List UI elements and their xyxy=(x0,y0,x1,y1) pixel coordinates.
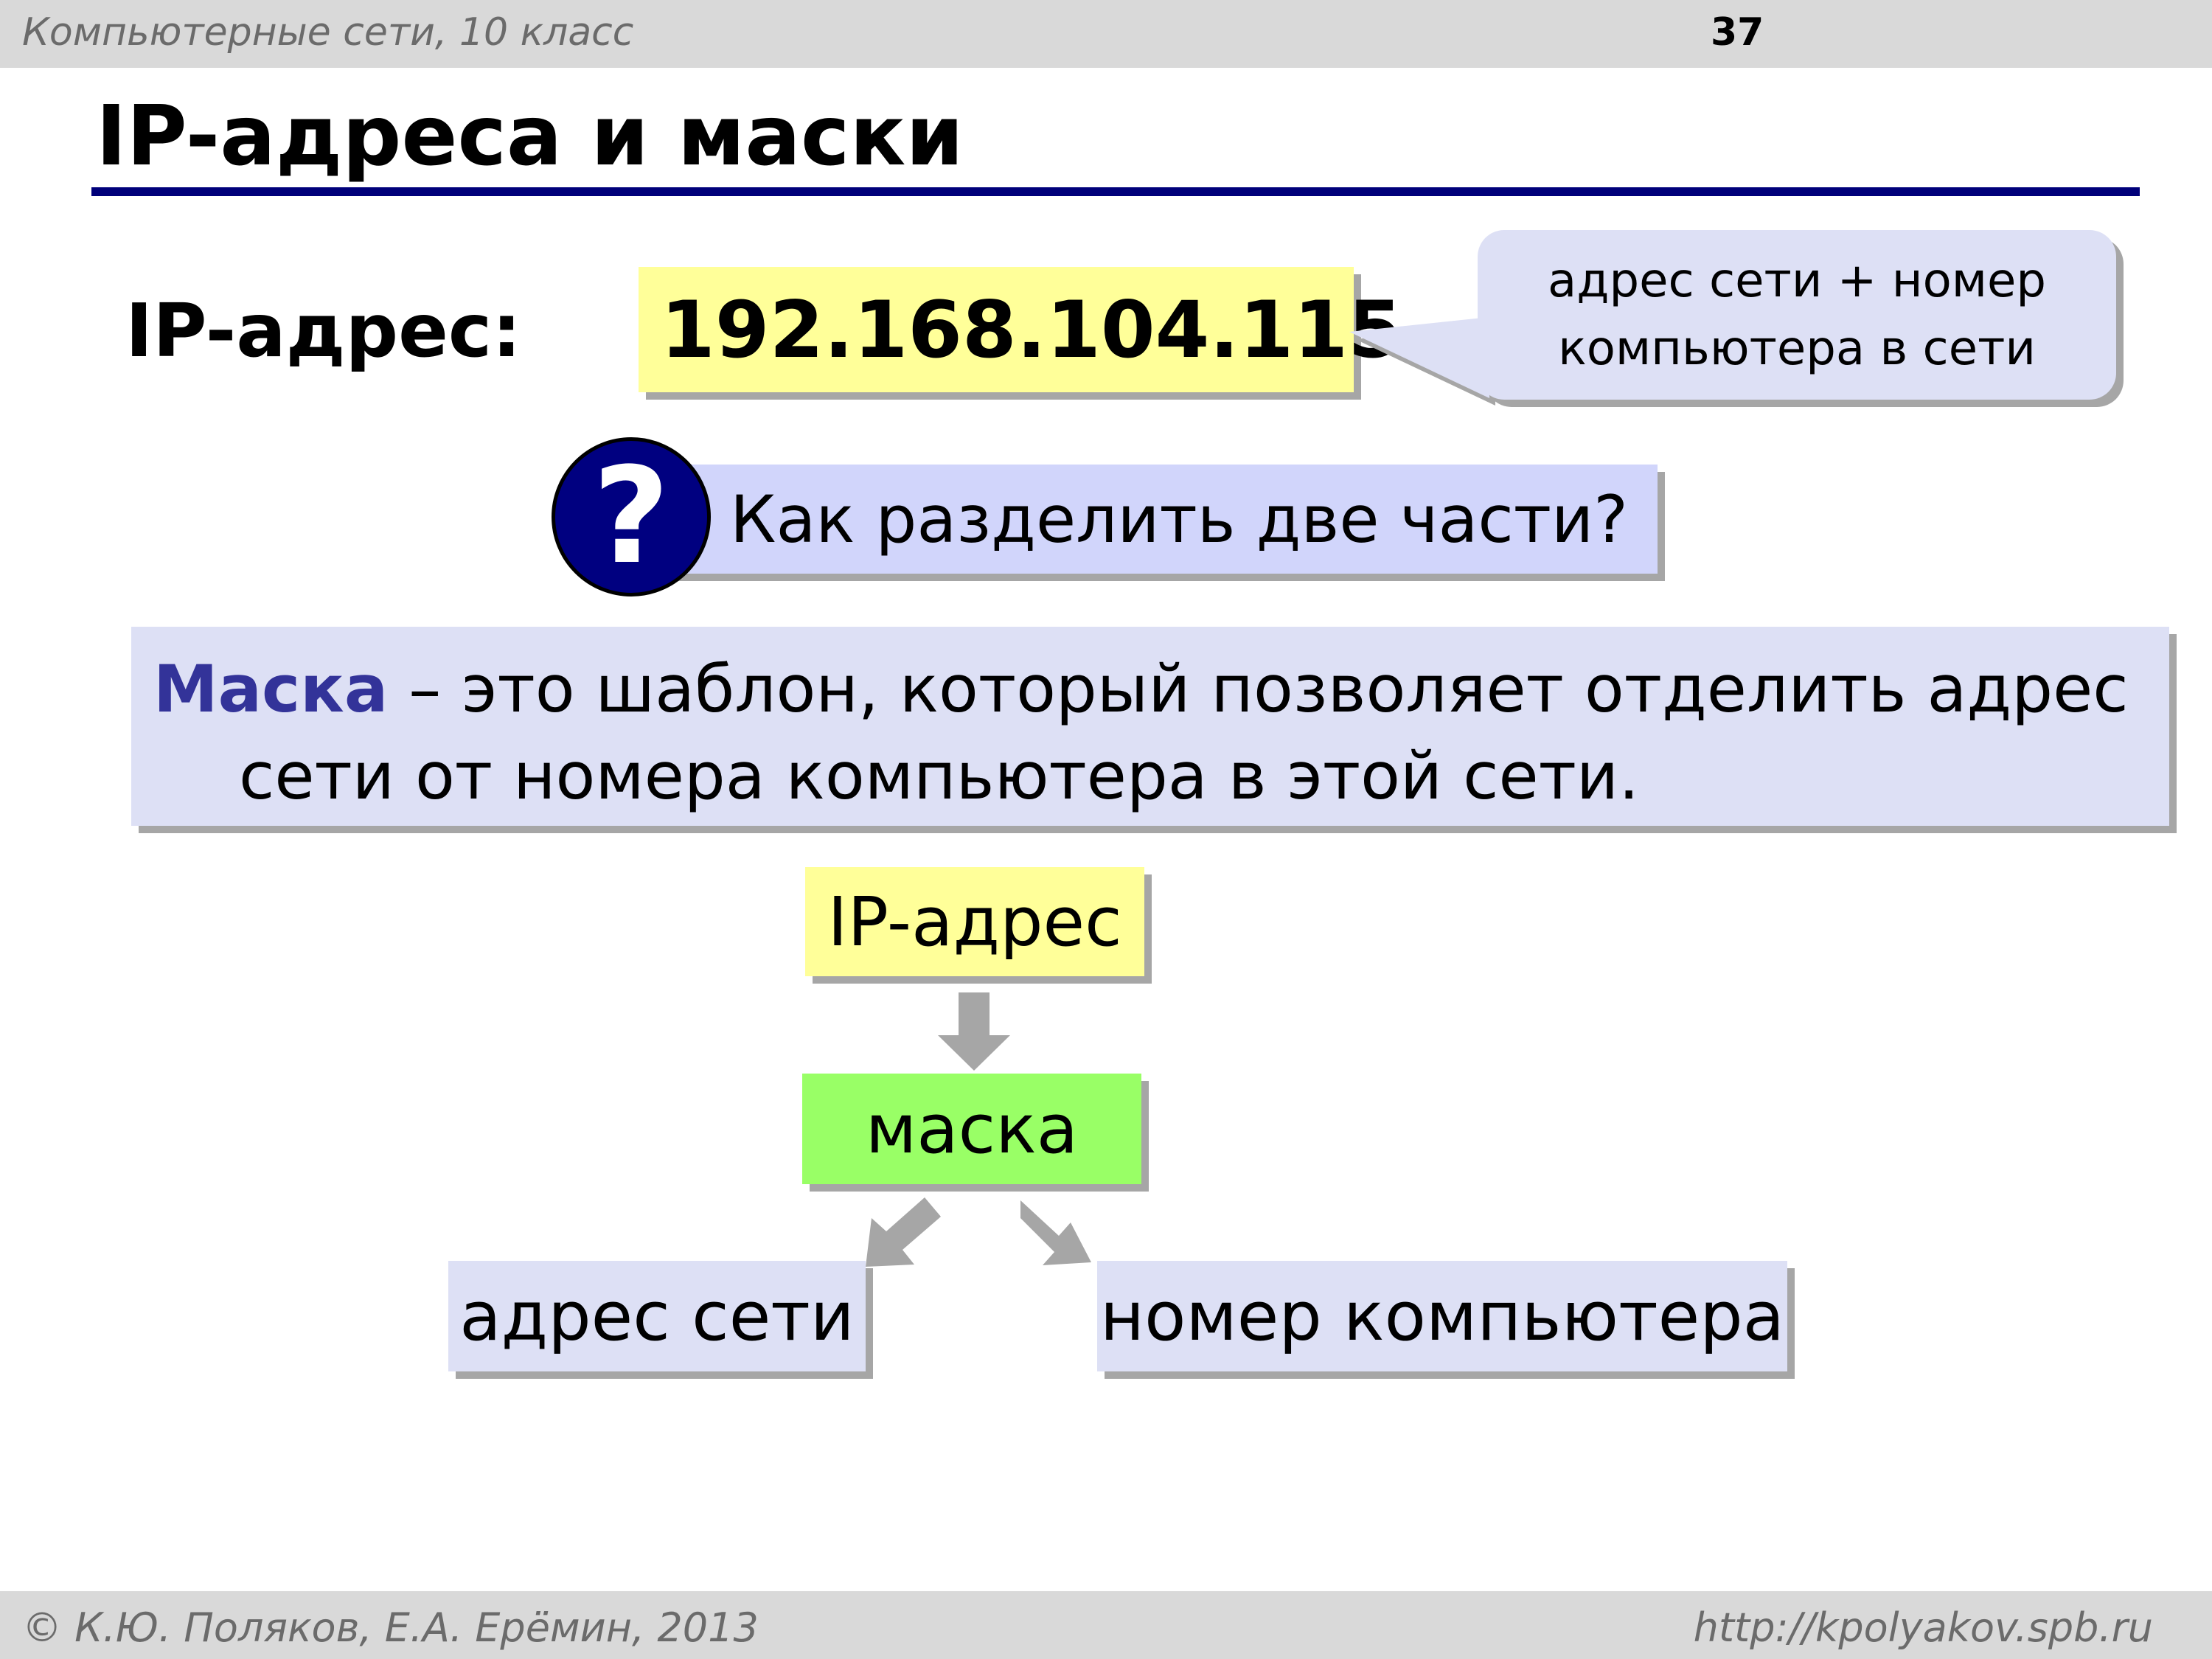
question-mark-icon: ? xyxy=(552,437,711,597)
page-number: 37 xyxy=(1711,10,1764,55)
footer-authors: © К.Ю. Поляков, Е.А. Ерёмин, 2013 xyxy=(22,1604,759,1651)
diagram-node-network-address: адрес сети xyxy=(448,1261,866,1371)
diagram-node-network-address-label: адрес сети xyxy=(459,1276,855,1356)
ip-address-value: 192.168.104.115 xyxy=(661,284,1402,375)
arrow-mask-to-network xyxy=(866,1197,941,1267)
diagram-node-ip-address: IP-адрес xyxy=(805,867,1144,976)
course-title: Компьютерные сети, 10 класс xyxy=(22,10,634,55)
callout-pointer xyxy=(1349,317,1495,406)
definition-text-line-1: – это шаблон, который позволяет отделить… xyxy=(388,651,2129,727)
callout-line-2: компьютера в сети xyxy=(1558,321,2036,376)
definition-term: Маска xyxy=(153,651,389,727)
ip-structure-callout: адрес сети + номер компьютера в сети xyxy=(1478,230,2116,400)
diagram-node-ip-address-label: IP-адрес xyxy=(827,882,1122,961)
ip-address-value-box: 192.168.104.115 xyxy=(639,267,1402,392)
diagram-node-host-number: номер компьютера xyxy=(1097,1261,1787,1371)
footer-url[interactable]: http://kpolyakov.spb.ru xyxy=(1694,1604,2153,1651)
arrow-mask-to-host xyxy=(1020,1200,1091,1265)
ip-address-label: IP-адрес: xyxy=(125,288,522,374)
arrow-ip-to-mask xyxy=(938,992,1010,1071)
mask-definition: Маска – это шаблон, который позволяет от… xyxy=(131,627,2169,826)
diagram-node-mask-label: маска xyxy=(865,1089,1079,1169)
diagram-node-host-number-label: номер компьютера xyxy=(1099,1276,1785,1356)
title-underline xyxy=(91,187,2140,196)
callout-line-1: адрес сети + номер xyxy=(1547,254,2047,308)
slide-title: IP-адреса и маски xyxy=(96,88,964,184)
question-bar: Как разделить две части? xyxy=(665,465,1658,574)
definition-text-line-2: сети от номера компьютера в этой сети. xyxy=(239,738,1640,814)
question-text: Как разделить две части? xyxy=(730,481,1628,557)
diagram-node-mask: маска xyxy=(802,1074,1141,1184)
